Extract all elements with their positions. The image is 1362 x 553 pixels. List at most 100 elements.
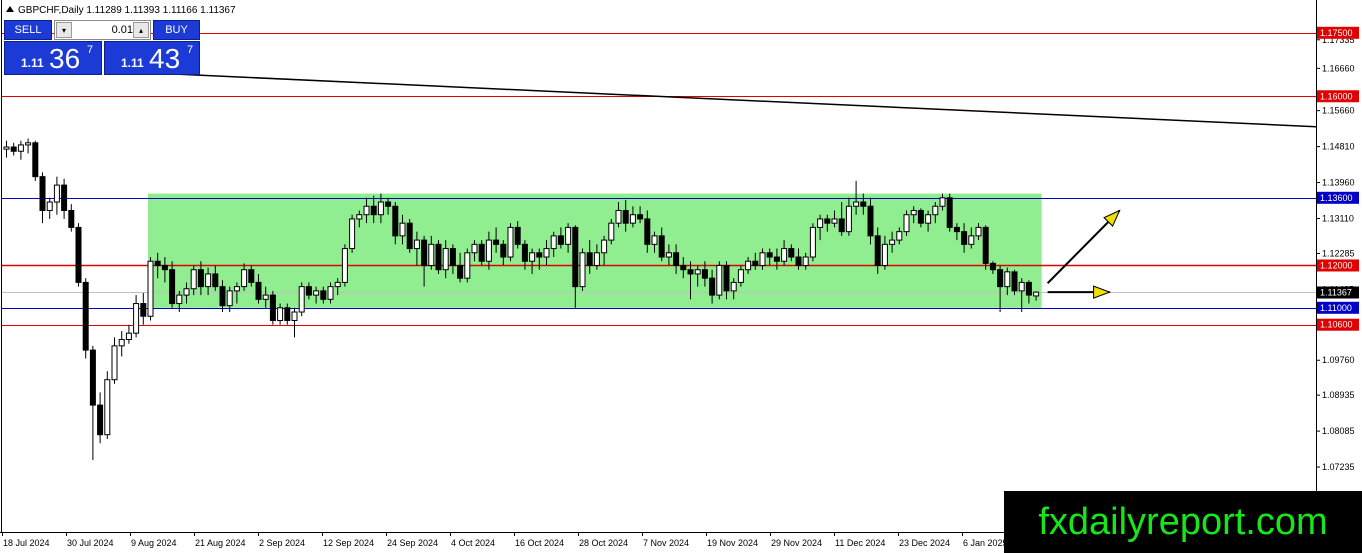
candle-body	[853, 201, 860, 207]
candle-body	[665, 252, 672, 258]
candle-body	[860, 201, 867, 207]
lot-size-stepper[interactable]: ▾ ▴	[54, 20, 151, 40]
candle-body	[723, 264, 730, 292]
candle-body	[277, 307, 284, 321]
candle-body	[17, 144, 24, 152]
candle-body	[363, 205, 370, 216]
candle-body	[284, 307, 291, 321]
candle-body	[514, 226, 521, 245]
candle-body	[334, 281, 341, 288]
candle-body	[629, 214, 636, 224]
candle-body	[435, 243, 442, 271]
candle-body	[10, 146, 17, 152]
candle-body	[255, 281, 262, 300]
candle-body	[781, 248, 788, 262]
candle-body	[449, 248, 456, 266]
chevron-down-icon[interactable]: ▾	[56, 22, 72, 38]
candle-body	[205, 273, 212, 288]
time-tick-label: 2 Sep 2024	[259, 538, 305, 548]
candle-body	[953, 226, 960, 233]
candle-body	[500, 243, 507, 258]
candle-body	[349, 218, 356, 250]
candle-body	[593, 252, 600, 266]
candle-body	[543, 248, 550, 258]
candle-body	[190, 269, 197, 290]
sell-button[interactable]: SELL	[4, 20, 52, 40]
price-tag-label: 1.11000	[1320, 303, 1352, 313]
candle-body	[154, 260, 161, 266]
buy-button[interactable]: BUY	[153, 20, 200, 40]
candle-body	[457, 264, 464, 279]
candle-body	[910, 209, 917, 216]
candle-body	[601, 239, 608, 254]
buy-price-fraction: 7	[187, 44, 194, 56]
candle-body	[637, 214, 644, 220]
candle-body	[97, 404, 104, 436]
candle-body	[709, 277, 716, 296]
price-tag-label: 1.10600	[1320, 320, 1353, 330]
candle-body	[233, 286, 240, 292]
chart-canvas[interactable]: 1.173351.166601.156601.148101.139601.131…	[0, 0, 1362, 553]
lot-size-input[interactable]	[73, 22, 135, 38]
chevron-up-icon[interactable]: ▴	[133, 22, 149, 38]
candle-body	[320, 290, 327, 300]
candle-body	[421, 239, 428, 266]
candle-body	[572, 226, 579, 288]
candle-body	[392, 205, 399, 237]
candle-body	[305, 286, 312, 296]
candle-body	[817, 218, 824, 228]
candle-body	[831, 218, 838, 224]
candle-body	[169, 269, 176, 305]
time-tick-label: 19 Nov 2024	[707, 538, 758, 548]
candle-body	[269, 294, 276, 321]
candle-body	[46, 201, 53, 211]
time-tick-label: 7 Nov 2024	[643, 538, 689, 548]
price-tick-label: 1.08935	[1322, 390, 1355, 400]
candle-body	[125, 332, 132, 341]
candle-body	[982, 226, 989, 264]
price-tick-label: 1.16660	[1322, 63, 1355, 73]
price-tag-label: 1.17500	[1320, 28, 1353, 38]
candle-body	[406, 222, 413, 250]
time-tick-label: 21 Aug 2024	[195, 538, 246, 548]
time-tick-label: 29 Nov 2024	[771, 538, 822, 548]
candle-body	[507, 226, 514, 258]
candle-body	[694, 269, 701, 275]
candle-body	[140, 303, 147, 317]
time-tick-label: 30 Jul 2024	[67, 538, 114, 548]
candle-body	[377, 201, 384, 216]
candle-body	[291, 311, 298, 321]
candle-body	[32, 142, 39, 178]
candle-body	[889, 239, 896, 245]
sell-price-quote[interactable]: 1.11 36 7	[4, 41, 102, 75]
candle-body	[579, 252, 586, 288]
candle-body	[118, 339, 125, 347]
chart[interactable]: 1.17335 1.16660 1.15660 1.14810 1.13960 1.131…	[0, 0, 1362, 553]
candle-body	[961, 231, 968, 245]
candle-body	[212, 273, 219, 288]
candle-body	[550, 235, 557, 250]
time-tick-label: 9 Aug 2024	[131, 538, 177, 548]
time-tick-label: 24 Sep 2024	[387, 538, 438, 548]
candle-body	[1033, 291, 1040, 297]
candle-body	[529, 252, 536, 262]
candle-body	[226, 290, 233, 307]
buy-price-quote[interactable]: 1.11 43 7	[104, 41, 200, 75]
candle-body	[161, 264, 168, 271]
candle-body	[241, 269, 248, 288]
candle-body	[61, 184, 68, 211]
candle-body	[478, 243, 485, 262]
candle-body	[370, 205, 377, 216]
candle-body	[997, 269, 1004, 288]
candle-body	[248, 269, 255, 283]
candle-body	[925, 214, 932, 224]
time-tick-label: 12 Sep 2024	[323, 538, 374, 548]
candle-body	[845, 205, 852, 233]
candle-body	[968, 235, 975, 245]
candle-body	[874, 235, 881, 266]
candle-body	[536, 252, 543, 258]
watermark-logo: fxdailyreport.com	[1004, 491, 1362, 553]
price-tag-label: 1.16000	[1320, 91, 1353, 101]
candle-body	[485, 239, 492, 262]
candle-body	[824, 218, 831, 224]
